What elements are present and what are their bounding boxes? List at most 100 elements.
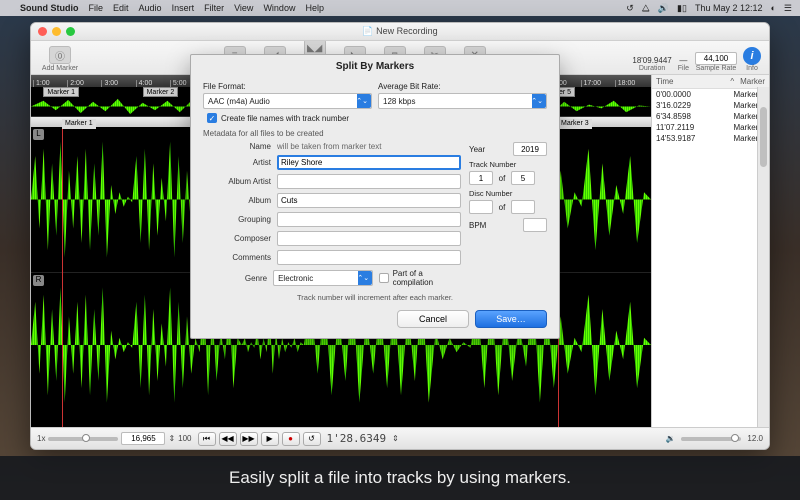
- marker-label[interactable]: Marker 1: [62, 119, 96, 129]
- track-b-field[interactable]: [511, 171, 535, 185]
- ruler-tick: 17:00: [581, 80, 615, 87]
- checkmark-icon: ✓: [207, 113, 217, 123]
- metadata-section-header: Metadata for all files to be created: [203, 129, 547, 138]
- close-icon[interactable]: [38, 27, 47, 36]
- increment-note: Track number will increment after each m…: [203, 293, 547, 302]
- compilation-checkbox[interactable]: Part of a compilation: [379, 269, 461, 287]
- volume-value: 12.0: [747, 434, 763, 443]
- tracknumber-filenames-checkbox[interactable]: ✓Create file names with track number: [207, 113, 547, 123]
- dialog-title: Split By Markers: [191, 55, 559, 78]
- playback-controls: ⏮ ◀◀ ▶▶ ▶ ● ↺: [198, 432, 321, 446]
- ruler-tick: 1:00: [33, 80, 67, 87]
- composer-field[interactable]: [277, 231, 461, 246]
- checkbox-empty-icon: [379, 273, 389, 283]
- time-stepper-icon[interactable]: ⇕: [392, 434, 399, 443]
- minimize-icon[interactable]: [52, 27, 61, 36]
- macos-menubar: Sound Studio File Edit Audio Insert Filt…: [0, 0, 800, 16]
- bpm-field[interactable]: [523, 218, 547, 232]
- window-title: 📄 New Recording: [362, 26, 437, 37]
- marker-row[interactable]: 6'34.8598Marker 3: [652, 111, 769, 122]
- marker-panel: Time ^ Marker 0'00.0000Marker 13'16.0229…: [651, 75, 769, 427]
- channel-label-l: L: [33, 129, 44, 140]
- sync-icon[interactable]: ↺: [626, 3, 634, 14]
- menu-filter[interactable]: Filter: [204, 3, 224, 13]
- app-name[interactable]: Sound Studio: [20, 3, 79, 13]
- track-number-label: Track Number: [469, 160, 547, 169]
- menu-view[interactable]: View: [234, 3, 253, 13]
- menu-file[interactable]: File: [89, 3, 104, 13]
- zoom-icon[interactable]: [66, 27, 75, 36]
- transport-bar: 1x ⇕ 100 ⏮ ◀◀ ▶▶ ▶ ● ↺ 1'28.6349 ⇕ 🔉 12.…: [31, 427, 769, 449]
- menu-insert[interactable]: Insert: [172, 3, 195, 13]
- year-field[interactable]: [513, 142, 547, 156]
- info-button[interactable]: iInfo: [743, 47, 761, 72]
- marker-row[interactable]: 3'16.0229Marker 2: [652, 100, 769, 111]
- ruler-tick: 3:00: [101, 80, 135, 87]
- artist-field[interactable]: [277, 155, 461, 170]
- zoom-stepper-icon[interactable]: ⇕: [168, 434, 175, 443]
- chevron-up-down-icon: ⌃⌄: [531, 97, 543, 105]
- chevron-up-down-icon: ⌃⌄: [357, 274, 369, 282]
- siri-icon[interactable]: ☰: [784, 3, 792, 14]
- album-field[interactable]: [277, 193, 461, 208]
- marker-line[interactable]: [62, 127, 63, 427]
- overview-marker[interactable]: Marker 2: [143, 87, 179, 97]
- track-a-field[interactable]: [469, 171, 493, 185]
- genre-select[interactable]: Electronic⌃⌄: [273, 270, 373, 286]
- col-marker[interactable]: Marker: [740, 77, 765, 86]
- chevron-up-down-icon: ⌃⌄: [356, 97, 368, 105]
- ruler-tick: 4:00: [136, 80, 170, 87]
- zoom-field[interactable]: [121, 432, 165, 445]
- rewind-start-button[interactable]: ⏮: [198, 432, 216, 446]
- marker-scrollbar[interactable]: [757, 87, 769, 427]
- menu-audio[interactable]: Audio: [139, 3, 162, 13]
- overview-marker[interactable]: Marker 1: [43, 87, 79, 97]
- marker-label[interactable]: Marker 3: [558, 119, 592, 129]
- bitrate-select[interactable]: 128 kbps⌃⌄: [378, 93, 547, 109]
- volume-slider[interactable]: [681, 437, 741, 441]
- zoom-slider[interactable]: [48, 437, 118, 441]
- add-marker-button[interactable]: ⓪Add Marker: [39, 46, 81, 72]
- marker-icon: ⓪: [49, 46, 71, 64]
- window-titlebar[interactable]: 📄 New Recording: [31, 23, 769, 41]
- volume-icon[interactable]: 🔊: [658, 3, 669, 14]
- promo-caption: Easily split a file into tracks by using…: [0, 456, 800, 500]
- file-format-select[interactable]: AAC (m4a) Audio⌃⌄: [203, 93, 372, 109]
- window-controls: [38, 27, 75, 36]
- comments-field[interactable]: [277, 250, 461, 265]
- record-button[interactable]: ●: [282, 432, 300, 446]
- disc-a-field[interactable]: [469, 200, 493, 214]
- col-time[interactable]: Time: [656, 77, 724, 86]
- menu-window[interactable]: Window: [263, 3, 295, 13]
- battery-icon[interactable]: ▮▯: [677, 3, 687, 14]
- playhead-time: 1'28.6349: [327, 432, 387, 445]
- sort-icon: ^: [730, 77, 734, 86]
- cancel-button[interactable]: Cancel: [397, 310, 469, 328]
- fast-fwd-button[interactable]: ▶▶: [240, 432, 258, 446]
- wifi-icon[interactable]: ⧋: [642, 3, 650, 14]
- split-by-markers-dialog: Split By Markers File Format: AAC (m4a) …: [190, 54, 560, 339]
- channel-label-r: R: [33, 275, 44, 286]
- menu-help[interactable]: Help: [305, 3, 324, 13]
- play-button[interactable]: ▶: [261, 432, 279, 446]
- marker-row[interactable]: 0'00.0000Marker 1: [652, 89, 769, 100]
- file-format-label: File Format:: [203, 82, 372, 91]
- marker-row[interactable]: 14'53.9187Marker 5: [652, 133, 769, 144]
- ruler-tick: 2:00: [67, 80, 101, 87]
- name-note: will be taken from marker text: [277, 142, 381, 151]
- grouping-field[interactable]: [277, 212, 461, 227]
- loop-button[interactable]: ↺: [303, 432, 321, 446]
- spotlight-icon[interactable]: ◐: [770, 3, 775, 13]
- album-artist-field[interactable]: [277, 174, 461, 189]
- menu-edit[interactable]: Edit: [113, 3, 129, 13]
- duration-display: 18'09.9447Duration: [632, 56, 671, 72]
- rewind-button[interactable]: ◀◀: [219, 432, 237, 446]
- info-icon: i: [743, 47, 761, 65]
- marker-row[interactable]: 11'07.2119Marker 4: [652, 122, 769, 133]
- horiz-zoom[interactable]: 1x ⇕ 100: [37, 432, 192, 445]
- sample-rate-field[interactable]: Sample Rate: [695, 52, 737, 72]
- marker-panel-header[interactable]: Time ^ Marker: [652, 75, 769, 89]
- disc-b-field[interactable]: [511, 200, 535, 214]
- save-button[interactable]: Save…: [475, 310, 547, 328]
- menubar-clock[interactable]: Thu May 2 12:12: [695, 3, 763, 13]
